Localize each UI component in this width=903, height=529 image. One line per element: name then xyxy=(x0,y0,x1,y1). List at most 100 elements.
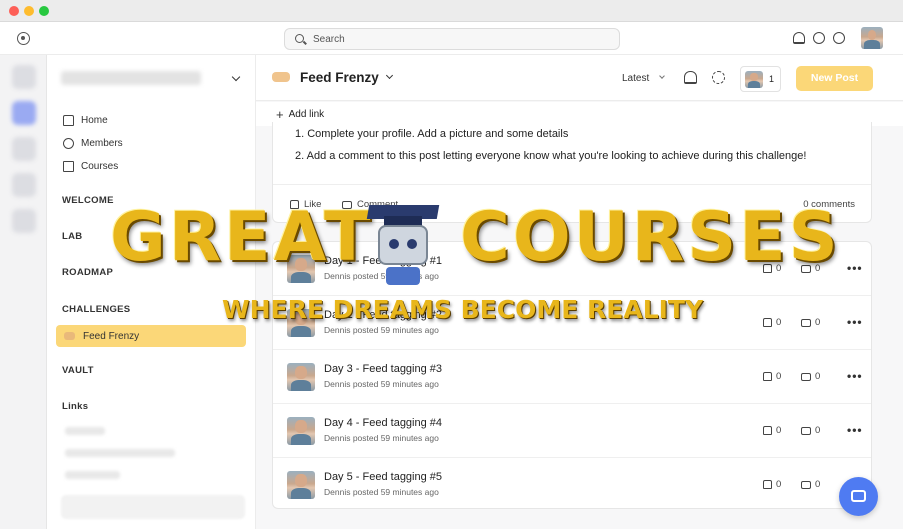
community-switcher-rail xyxy=(0,55,47,529)
sidebar-link-blurred-3[interactable] xyxy=(65,471,120,479)
post-meta: Dennis posted 59 minutes ago xyxy=(324,487,439,497)
thumbs-up-icon xyxy=(763,426,772,435)
community-icon-5[interactable] xyxy=(12,209,36,233)
comments-count[interactable]: 0 comments xyxy=(803,199,855,210)
like-button[interactable]: 0 xyxy=(763,317,781,328)
like-button[interactable]: 0 xyxy=(763,425,781,436)
search-input[interactable]: Search xyxy=(284,28,620,50)
like-button[interactable]: Like xyxy=(290,199,321,210)
comment-button[interactable]: Comment xyxy=(342,199,398,210)
community-icon-1[interactable] xyxy=(12,65,36,89)
plus-icon: + xyxy=(276,106,284,122)
search-placeholder: Search xyxy=(313,34,345,45)
close-window-button[interactable] xyxy=(9,6,19,16)
list-item[interactable]: Day 3 - Feed tagging #3 Dennis posted 59… xyxy=(273,350,871,404)
thumbs-up-icon xyxy=(763,264,772,273)
comment-count: 0 xyxy=(815,371,821,382)
member-count: 1 xyxy=(769,74,775,84)
community-icon-4[interactable] xyxy=(12,173,36,197)
like-button[interactable]: 0 xyxy=(763,263,781,274)
app-window: Search Home Members Courses WELCOME LAB … xyxy=(0,0,903,529)
app-logo-icon[interactable] xyxy=(17,32,30,45)
community-name-blurred[interactable] xyxy=(61,71,201,85)
sidebar-item-home[interactable]: Home xyxy=(63,112,108,128)
author-avatar[interactable] xyxy=(287,255,315,283)
members-icon xyxy=(63,137,74,149)
section-welcome[interactable]: WELCOME xyxy=(62,195,114,206)
settings-gear-icon[interactable] xyxy=(712,71,725,84)
post-title[interactable]: Day 5 - Feed tagging #5 xyxy=(324,471,442,483)
author-avatar[interactable] xyxy=(287,471,315,499)
section-roadmap[interactable]: ROADMAP xyxy=(62,267,113,278)
author-avatar[interactable] xyxy=(287,309,315,337)
like-button[interactable]: 0 xyxy=(763,479,781,490)
like-count: 0 xyxy=(776,263,782,274)
sidebar-button-blurred[interactable] xyxy=(61,495,245,519)
like-button[interactable]: 0 xyxy=(763,371,781,382)
post-title[interactable]: Day 2 - Feed tagging #2 xyxy=(324,309,442,321)
sort-dropdown[interactable]: Latest xyxy=(622,73,649,84)
chevron-down-icon[interactable] xyxy=(231,72,241,82)
members-button[interactable]: 1 xyxy=(740,66,781,92)
feed-title[interactable]: Feed Frenzy xyxy=(300,70,379,85)
sidebar-item-members[interactable]: Members xyxy=(63,135,123,151)
add-link-button[interactable]: + Add link xyxy=(276,106,325,122)
post-text-line: 2. Add a comment to this post letting ev… xyxy=(295,150,807,162)
minimize-window-button[interactable] xyxy=(24,6,34,16)
search-icon xyxy=(295,34,304,43)
maximize-window-button[interactable] xyxy=(39,6,49,16)
comment-button[interactable]: 0 xyxy=(801,425,820,436)
community-icon-3[interactable] xyxy=(12,137,36,161)
messages-icon[interactable] xyxy=(813,32,825,44)
post-title[interactable]: Day 4 - Feed tagging #4 xyxy=(324,417,442,429)
comment-button[interactable]: 0 xyxy=(801,479,820,490)
list-item[interactable]: Day 5 - Feed tagging #5 Dennis posted 59… xyxy=(273,458,871,512)
comment-label: Comment xyxy=(357,199,399,210)
courses-icon xyxy=(63,160,74,172)
comment-icon xyxy=(801,480,811,489)
sidebar-item-label: Courses xyxy=(81,160,119,172)
more-options-icon[interactable]: ••• xyxy=(847,423,863,437)
more-options-icon[interactable]: ••• xyxy=(847,315,863,329)
section-lab[interactable]: LAB xyxy=(62,231,82,242)
comment-icon xyxy=(801,426,811,435)
community-icon-2[interactable] xyxy=(12,101,36,125)
sidebar-link-blurred-1[interactable] xyxy=(65,427,105,435)
user-avatar[interactable] xyxy=(861,27,883,49)
new-post-button[interactable]: New Post xyxy=(796,66,873,91)
section-challenges[interactable]: CHALLENGES xyxy=(62,304,130,315)
list-item[interactable]: Day 1 - Feed tagging #1 Dennis posted 59… xyxy=(273,242,871,296)
comment-icon xyxy=(801,318,811,327)
sidebar-item-feed-frenzy[interactable]: Feed Frenzy xyxy=(56,325,246,347)
notifications-bell-icon[interactable] xyxy=(793,32,805,44)
comment-button[interactable]: 0 xyxy=(801,263,820,274)
sidebar-item-courses[interactable]: Courses xyxy=(63,158,118,174)
chat-support-button[interactable] xyxy=(839,477,878,516)
list-item[interactable]: Day 2 - Feed tagging #2 Dennis posted 59… xyxy=(273,296,871,350)
post-title[interactable]: Day 1 - Feed tagging #1 xyxy=(324,255,442,267)
sidebar: Home Members Courses WELCOME LAB ROADMAP… xyxy=(47,55,256,529)
like-count: 0 xyxy=(776,425,782,436)
author-avatar[interactable] xyxy=(287,363,315,391)
feed-emoji-icon xyxy=(272,72,290,82)
chevron-down-icon[interactable] xyxy=(659,73,665,79)
post-title[interactable]: Day 3 - Feed tagging #3 xyxy=(324,363,442,375)
chevron-down-icon[interactable] xyxy=(385,71,394,80)
like-count: 0 xyxy=(776,371,782,382)
comment-button[interactable]: 0 xyxy=(801,371,820,382)
list-item[interactable]: Day 4 - Feed tagging #4 Dennis posted 59… xyxy=(273,404,871,458)
author-avatar[interactable] xyxy=(287,417,315,445)
more-options-icon[interactable]: ••• xyxy=(847,369,863,383)
sidebar-link-blurred-2[interactable] xyxy=(65,449,175,457)
comment-button[interactable]: 0 xyxy=(801,317,820,328)
notifications-bell-icon[interactable] xyxy=(684,71,697,84)
feed-header: Feed Frenzy Latest 1 New Post xyxy=(256,55,903,101)
section-vault[interactable]: VAULT xyxy=(62,365,94,376)
add-link-label: Add link xyxy=(288,109,325,120)
section-links: Links xyxy=(62,401,89,412)
chat-bot-icon[interactable] xyxy=(833,32,845,44)
thumbs-up-icon xyxy=(763,318,772,327)
more-options-icon[interactable]: ••• xyxy=(847,261,863,275)
comment-count: 0 xyxy=(815,479,821,490)
sidebar-item-label: Home xyxy=(81,114,108,126)
